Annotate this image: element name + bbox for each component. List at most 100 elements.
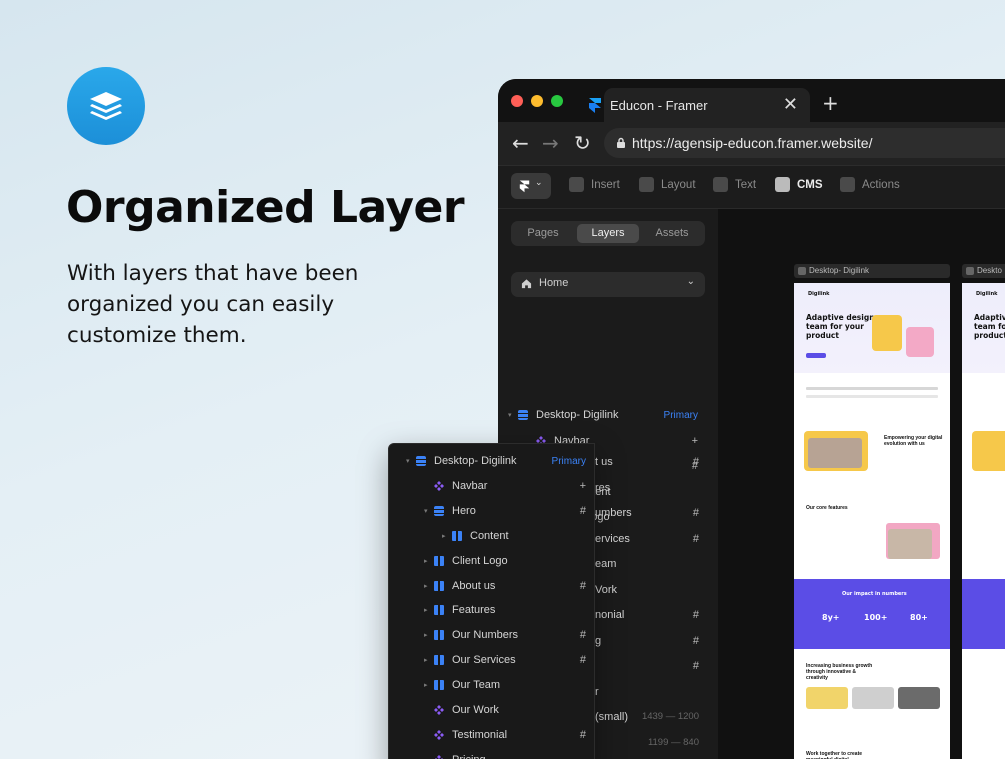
- layer-row-partial[interactable]: Vork: [595, 584, 699, 596]
- columns-icon: [434, 680, 444, 691]
- layer-label-partial: r: [595, 685, 599, 698]
- layer-row-desktop-digilink[interactable]: ▾ Desktop- Digilink Primary: [406, 451, 586, 471]
- page-subtext: With layers that have been organized you…: [67, 261, 359, 348]
- hash-icon: #: [692, 532, 699, 545]
- caret-right-icon[interactable]: ▸: [442, 532, 452, 540]
- logo-strip-2: [806, 395, 938, 398]
- layer-label: Our Team: [452, 679, 501, 692]
- caret-right-icon[interactable]: ▸: [424, 681, 434, 689]
- close-tab-icon[interactable]: ✕: [783, 94, 798, 115]
- layer-row-our-work[interactable]: Our Work: [424, 700, 586, 720]
- tab-title: Educon - Framer: [610, 97, 708, 113]
- layer-label-partial: ervices: [595, 532, 630, 545]
- url-text: https://agensip-educon.framer.website/: [632, 135, 873, 151]
- layer-row-testimonial[interactable]: Testimonial #: [424, 725, 586, 745]
- caret-down-icon[interactable]: ▾: [406, 457, 416, 465]
- layer-row-client-logo[interactable]: ▸ Client Logo: [424, 551, 586, 571]
- close-window-button[interactable]: [511, 95, 523, 107]
- site-brand-2: Digilink: [976, 291, 998, 297]
- layer-label: Features: [452, 604, 496, 617]
- text-button[interactable]: Text: [713, 177, 756, 192]
- layer-label: Our Numbers: [452, 629, 519, 642]
- component-icon: [434, 729, 444, 740]
- caret-right-icon[interactable]: ▸: [424, 557, 434, 565]
- plus-square-icon: [569, 177, 584, 192]
- tab-assets[interactable]: Assets: [643, 224, 701, 243]
- reload-icon[interactable]: ↻: [574, 131, 591, 155]
- hash-icon[interactable]: #: [580, 580, 586, 592]
- layer-row-our-services[interactable]: ▸ Our Services #: [424, 650, 586, 670]
- caret-down-icon[interactable]: ▾: [424, 507, 434, 515]
- layer-row-partial[interactable]: res: [595, 482, 699, 494]
- page-headline: Organized Layer: [66, 182, 465, 233]
- caret-right-icon[interactable]: ▸: [424, 656, 434, 664]
- layer-label-partial: res: [595, 481, 611, 494]
- forward-arrow-icon[interactable]: →: [542, 131, 559, 155]
- layer-row-partial[interactable]: umbers #: [595, 507, 699, 519]
- frame-label-2[interactable]: Deskto: [962, 264, 1005, 278]
- layer-row-partial[interactable]: g #: [595, 635, 699, 647]
- hash-icon[interactable]: #: [580, 729, 586, 741]
- minimize-window-button[interactable]: [531, 95, 543, 107]
- site-preview[interactable]: Digilink Adaptive design team for your p…: [794, 283, 950, 759]
- insert-button[interactable]: Insert: [569, 177, 620, 192]
- back-arrow-icon[interactable]: ←: [512, 131, 529, 155]
- layer-row-content[interactable]: ▸ Content: [442, 526, 586, 546]
- stack-icon: [416, 456, 426, 466]
- hash-icon[interactable]: #: [580, 505, 586, 517]
- browser-tab[interactable]: Educon - Framer ✕: [589, 88, 810, 122]
- frame-label[interactable]: Desktop- Digilink: [794, 264, 950, 278]
- layer-row-our-numbers[interactable]: ▸ Our Numbers #: [424, 625, 586, 645]
- caret-right-icon[interactable]: ▸: [424, 606, 434, 614]
- columns-icon: [434, 555, 444, 566]
- breakpoint-range: 1199 — 840: [647, 736, 699, 748]
- cms-button[interactable]: CMS: [775, 177, 823, 192]
- component-icon: [434, 705, 444, 715]
- add-icon[interactable]: +: [692, 435, 698, 447]
- layer-row-pricing[interactable]: Pricing: [424, 750, 586, 759]
- design-canvas[interactable]: Desktop- Digilink Deskto Digilink Adapti…: [718, 209, 1005, 759]
- maximize-window-button[interactable]: [551, 95, 563, 107]
- layout-icon: [639, 177, 654, 192]
- layer-label: Pricing: [452, 754, 486, 759]
- bolt-icon: [840, 177, 855, 192]
- actions-button[interactable]: Actions: [840, 177, 900, 192]
- section-photo: [808, 438, 862, 468]
- page-select[interactable]: Home ⌄: [511, 272, 705, 297]
- layer-row-partial[interactable]: nonial #: [595, 609, 699, 621]
- layer-row-partial[interactable]: (small) 1439 — 1200: [595, 711, 699, 723]
- new-tab-button[interactable]: +: [822, 91, 839, 115]
- hash-icon: #: [692, 660, 699, 672]
- layout-button[interactable]: Layout: [639, 177, 696, 192]
- tab-layers[interactable]: Layers: [577, 224, 639, 243]
- chevron-down-icon: ⌄: [535, 178, 543, 188]
- layer-row-desktop-digilink[interactable]: ▾ Desktop- Digilink Primary: [508, 405, 698, 425]
- layer-row-navbar[interactable]: Navbar +: [424, 476, 586, 496]
- hash-icon[interactable]: #: [580, 654, 586, 666]
- caret-down-icon[interactable]: ▾: [508, 411, 518, 419]
- section-1-title: Empowering your digital evolution with u…: [884, 435, 943, 447]
- layer-row-our-team[interactable]: ▸ Our Team: [424, 675, 586, 695]
- hash-icon[interactable]: #: [580, 629, 586, 641]
- add-icon[interactable]: +: [580, 480, 586, 492]
- layer-row-features[interactable]: ▸ Features: [424, 600, 586, 620]
- caret-right-icon[interactable]: ▸: [424, 631, 434, 639]
- text-label: Text: [735, 178, 757, 191]
- layer-row-hero[interactable]: ▾ Hero #: [424, 501, 586, 521]
- layer-row-partial[interactable]: eam: [595, 558, 699, 570]
- caret-right-icon[interactable]: ▸: [424, 582, 434, 590]
- stat-2: 100+: [864, 613, 888, 622]
- tab-pages[interactable]: Pages: [514, 224, 572, 243]
- layer-row-partial[interactable]: t us #: [595, 456, 699, 468]
- url-field[interactable]: https://agensip-educon.framer.website/: [604, 128, 1005, 158]
- section-3-title: Increasing business growth through innov…: [806, 663, 873, 681]
- site-preview-2[interactable]: Digilink Adaptive design team for your p…: [962, 283, 1005, 759]
- layer-row-about-us[interactable]: ▸ About us #: [424, 576, 586, 596]
- cms-label: CMS: [797, 178, 823, 191]
- layer-label: About us: [452, 579, 496, 592]
- framer-logo-icon: [589, 98, 601, 113]
- columns-icon: [434, 605, 444, 616]
- layer-row-partial[interactable]: ervices #: [595, 533, 699, 545]
- layer-row-partial[interactable]: r: [595, 686, 699, 698]
- framer-menu-button[interactable]: ⌄: [511, 173, 551, 199]
